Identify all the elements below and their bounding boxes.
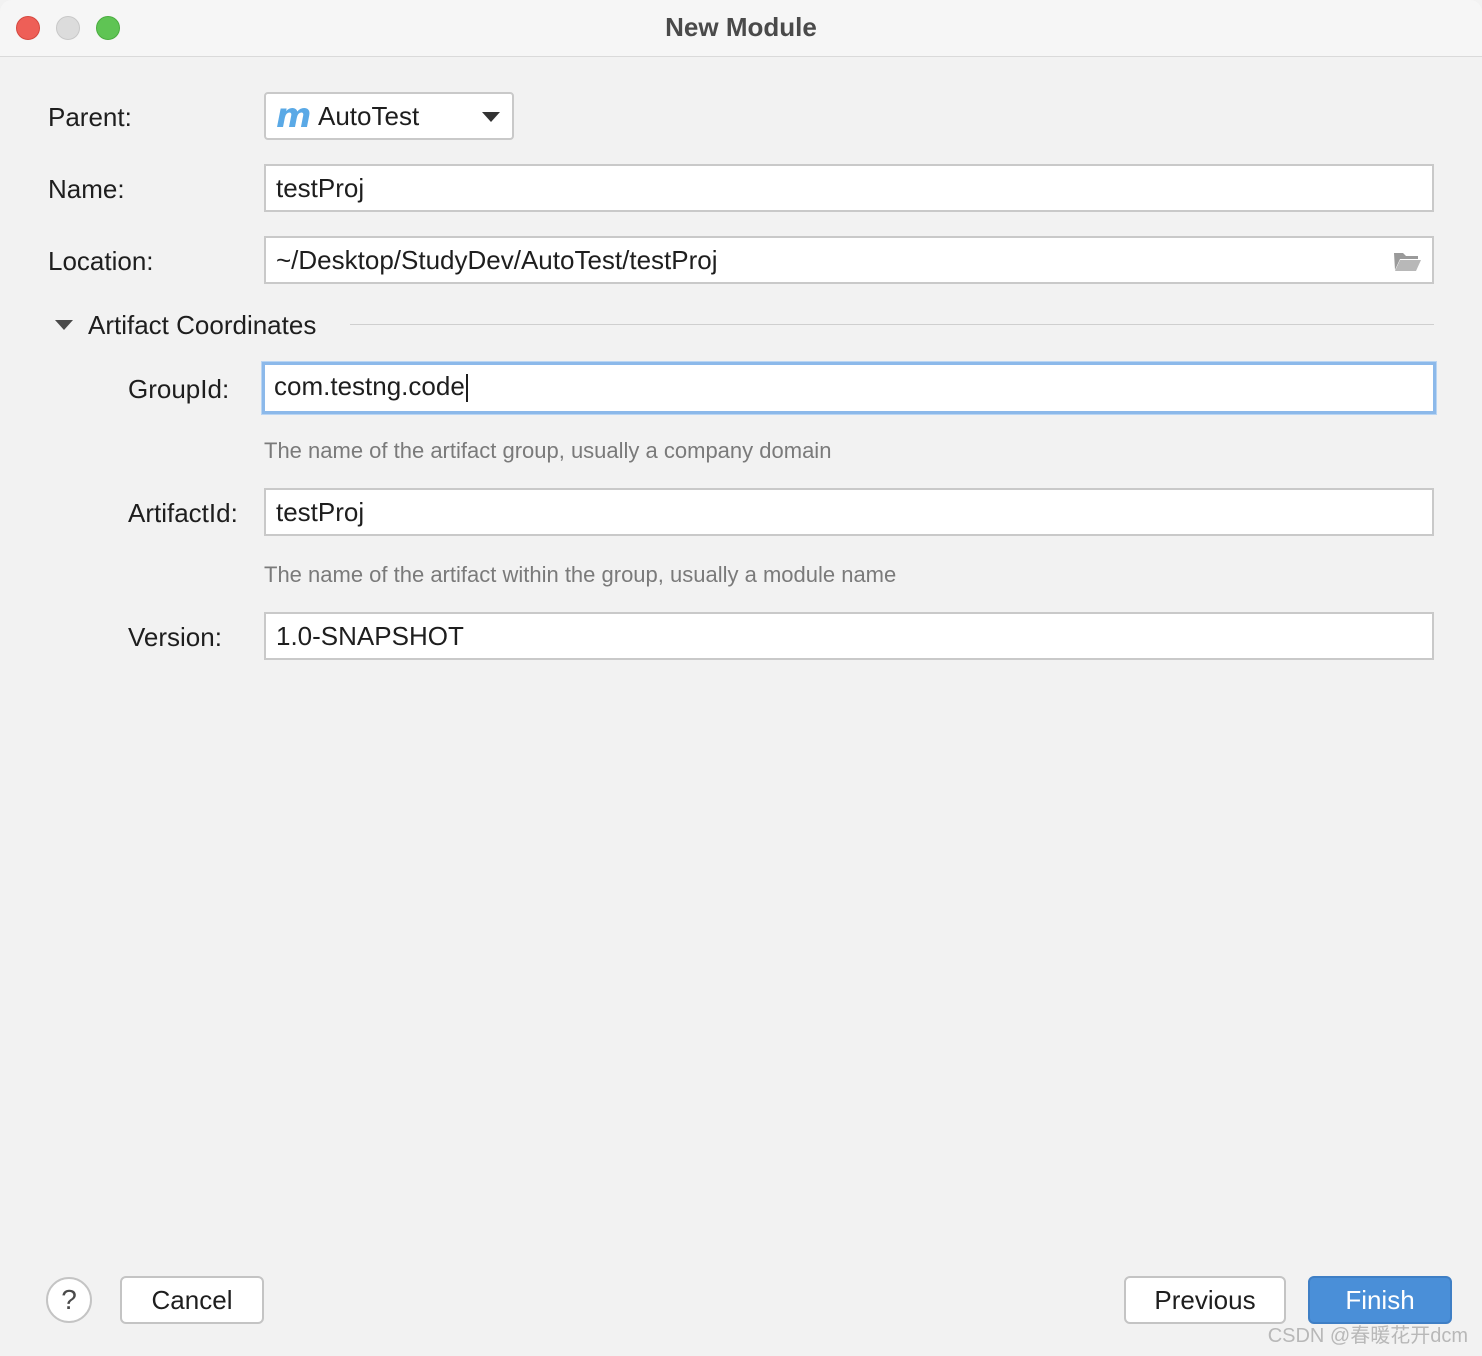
browse-folder-icon[interactable] (1392, 248, 1422, 274)
name-label: Name: (48, 174, 125, 204)
watermark-text: CSDN @春暖花开dcm (1267, 1325, 1468, 1347)
artifactid-hint: The name of the artifact within the grou… (264, 562, 897, 587)
section-title-artifact-coordinates[interactable]: Artifact Coordinates (88, 310, 316, 340)
title-bar: New Module (0, 0, 1482, 57)
groupid-input[interactable]: com.testng.code (262, 362, 1436, 414)
groupid-label: GroupId: (128, 374, 230, 404)
version-label: Version: (128, 622, 222, 652)
artifactid-label: ArtifactId: (128, 498, 238, 528)
location-input[interactable]: ~/Desktop/StudyDev/AutoTest/testProj (264, 236, 1434, 284)
groupid-hint: The name of the artifact group, usually … (264, 438, 832, 463)
finish-button[interactable]: Finish (1308, 1276, 1452, 1324)
parent-dropdown-value: AutoTest (318, 101, 420, 131)
parent-dropdown[interactable]: m AutoTest (264, 92, 514, 140)
artifactid-input[interactable]: testProj (264, 488, 1434, 536)
groupid-input-value: com.testng.code (274, 371, 465, 401)
parent-label: Parent: (48, 102, 132, 132)
collapse-toggle-icon[interactable] (55, 320, 73, 330)
location-label: Location: (48, 246, 154, 276)
location-input-value: ~/Desktop/StudyDev/AutoTest/testProj (276, 245, 718, 275)
window-title: New Module (665, 12, 817, 42)
new-module-dialog: New Module Parent: m AutoTest Name: test… (0, 0, 1482, 1356)
name-input[interactable]: testProj (264, 164, 1434, 212)
chevron-down-icon (482, 112, 500, 122)
text-caret (465, 374, 468, 403)
version-input[interactable]: 1.0-SNAPSHOT (264, 612, 1434, 660)
section-divider (350, 324, 1434, 325)
cancel-button[interactable]: Cancel (120, 1276, 264, 1324)
previous-button[interactable]: Previous (1124, 1276, 1286, 1324)
help-button[interactable]: ? (46, 1277, 92, 1323)
maven-module-icon: m (276, 96, 312, 136)
